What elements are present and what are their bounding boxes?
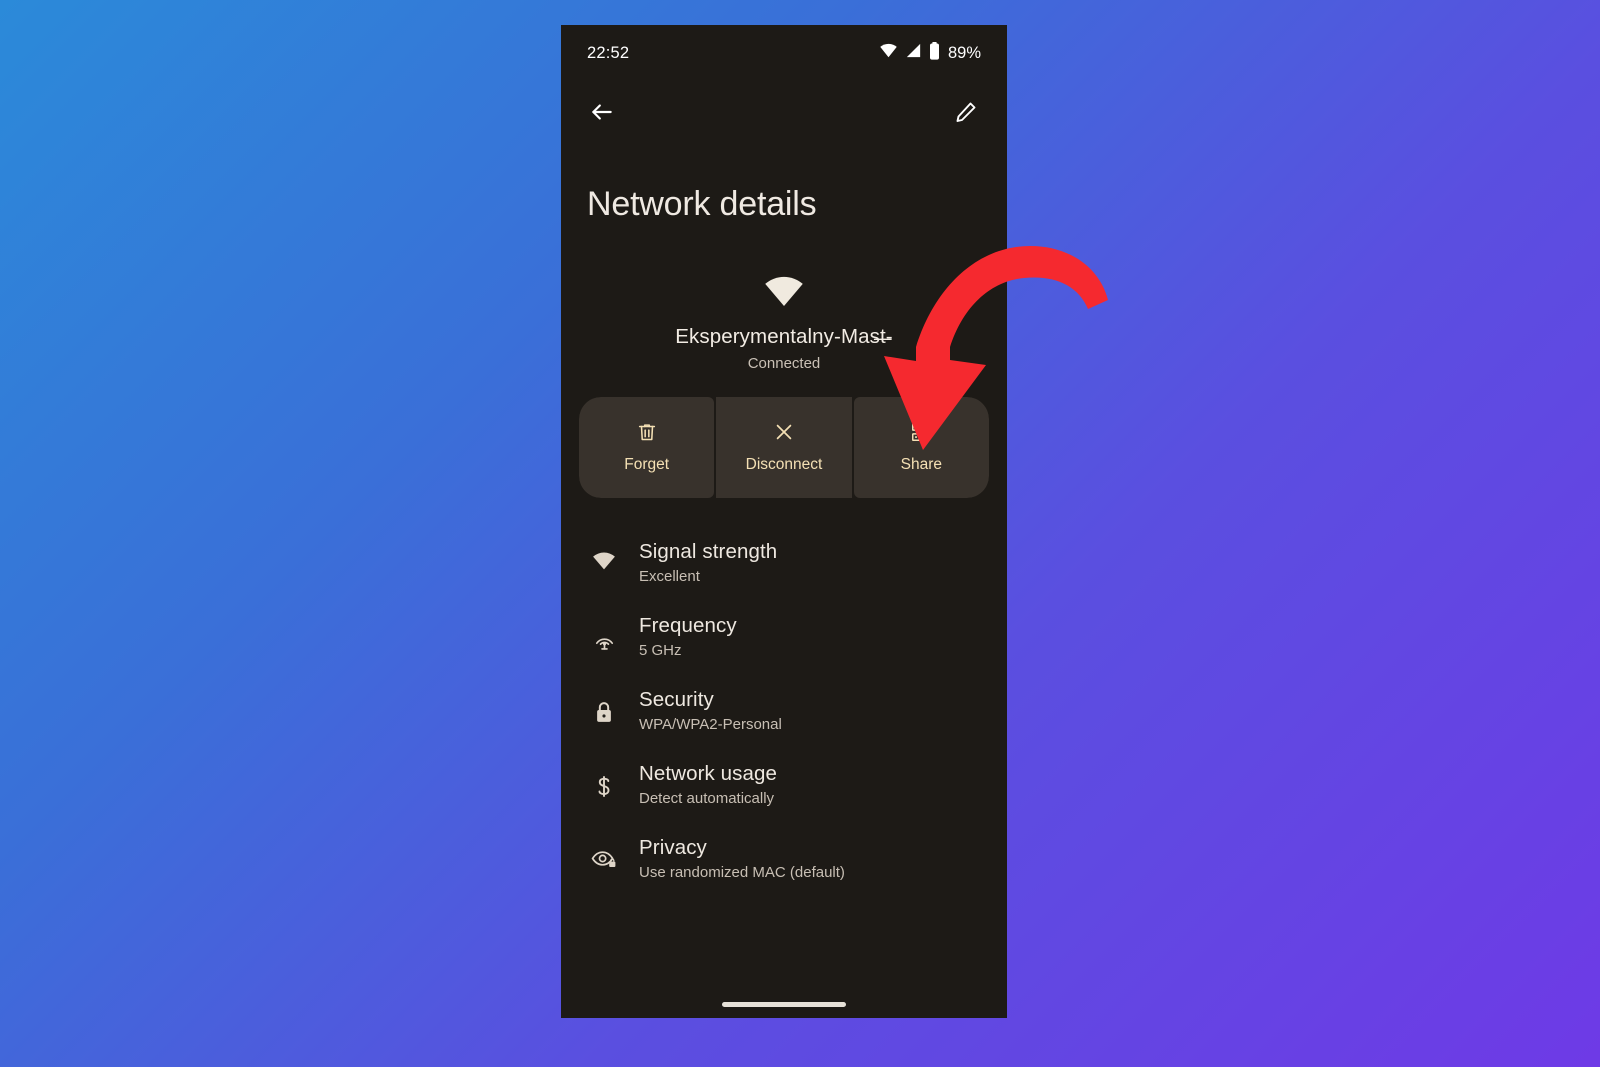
detail-value: Use randomized MAC (default) (639, 864, 845, 881)
status-bar: 22:52 89% (561, 25, 1007, 81)
network-ssid: Eksperymentalny-Mas̶t̶- (675, 325, 893, 348)
qr-code-icon (910, 421, 932, 448)
detail-value: Excellent (639, 568, 700, 585)
cellular-signal-icon (905, 43, 922, 63)
wifi-full-icon (561, 276, 1007, 307)
network-hero: Eksperymentalny-Mas̶t̶- Connected (561, 276, 1007, 372)
status-bar-time: 22:52 (587, 43, 630, 62)
detail-row-frequency[interactable]: Frequency 5 GHz (561, 600, 1007, 674)
page-title: Network details (587, 185, 817, 223)
detail-row-signal-strength[interactable]: Signal strength Excellent (561, 526, 1007, 600)
close-x-icon (773, 421, 795, 448)
detail-value: WPA/WPA2-Personal (639, 716, 782, 733)
wifi-icon (879, 43, 898, 63)
network-action-buttons: Forget Disconnect Share (579, 397, 989, 498)
forget-button-label: Forget (624, 456, 670, 473)
detail-title: Privacy (639, 836, 707, 859)
detail-row-security[interactable]: Security WPA/WPA2-Personal (561, 674, 1007, 748)
home-gesture-pill[interactable] (722, 1002, 846, 1007)
dollar-icon (587, 774, 621, 799)
disconnect-button-label: Disconnect (745, 456, 823, 473)
detail-title: Frequency (639, 614, 737, 637)
share-button-label: Share (900, 456, 942, 473)
battery-icon (929, 41, 940, 65)
connection-status: Connected (747, 355, 821, 372)
eye-lock-icon (587, 848, 621, 870)
disconnect-button[interactable]: Disconnect (716, 397, 852, 498)
detail-title: Network usage (639, 762, 778, 785)
pencil-edit-icon[interactable] (949, 95, 983, 129)
forget-button[interactable]: Forget (579, 397, 715, 498)
detail-title: Security (639, 688, 714, 711)
detail-row-network-usage[interactable]: Network usage Detect automatically (561, 748, 1007, 822)
back-arrow-icon[interactable] (585, 95, 619, 129)
status-bar-indicators: 89% (879, 41, 981, 65)
trash-icon (636, 421, 658, 448)
detail-value: 5 GHz (639, 642, 682, 659)
share-button[interactable]: Share (853, 397, 989, 498)
network-detail-list: Signal strength Excellent Frequency 5 GH… (561, 526, 1007, 896)
detail-title: Signal strength (639, 540, 778, 563)
lock-icon (587, 700, 621, 725)
broadcast-icon (587, 626, 621, 651)
detail-row-privacy[interactable]: Privacy Use randomized MAC (default) (561, 822, 1007, 896)
phone-screen: 22:52 89% Network details Eksperymentaln… (561, 25, 1007, 1018)
detail-value: Detect automatically (639, 790, 775, 807)
battery-percent-label: 89% (947, 43, 981, 62)
app-toolbar (561, 81, 1007, 143)
wifi-icon (587, 552, 621, 570)
